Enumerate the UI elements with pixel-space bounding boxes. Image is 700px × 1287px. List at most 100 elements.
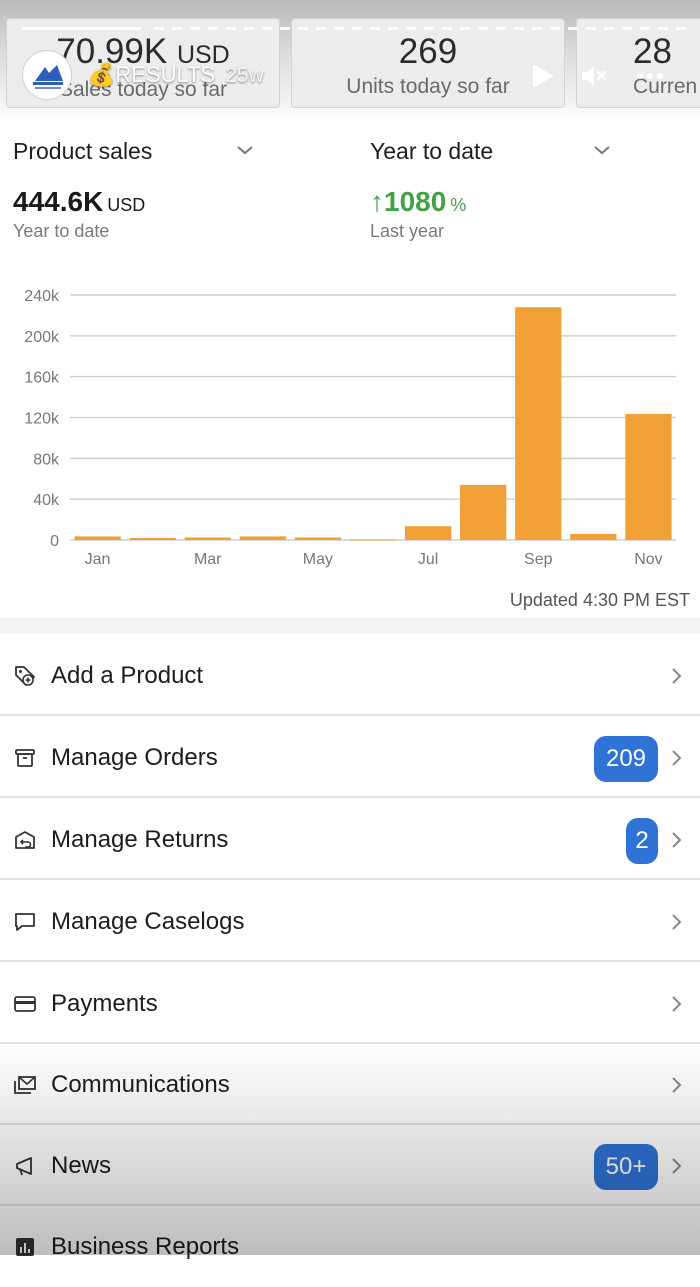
menu-label: Manage Orders <box>51 744 218 771</box>
bar-sep[interactable] <box>515 307 562 540</box>
chevron-right-icon <box>672 668 682 684</box>
growth-caption: Last year <box>370 221 445 241</box>
chevron-right-icon <box>672 1158 682 1174</box>
bar-nov[interactable] <box>625 413 672 540</box>
bar-may[interactable] <box>294 537 342 540</box>
y-tick-label: 240k <box>24 288 60 305</box>
chevron-right-icon <box>672 750 682 766</box>
bar-feb[interactable] <box>129 537 176 540</box>
progress-segment <box>244 27 254 30</box>
units-today-label: Units today so far <box>346 75 510 98</box>
returns-count-badge: 2 <box>626 818 658 864</box>
bar-apr[interactable] <box>239 536 286 540</box>
product-sales-chart: 0 40k 80k 120k 160k 200k 240k Jan Mar May Jul Sep No… <box>24 288 676 568</box>
chevron-right-icon <box>672 996 682 1012</box>
bar-jan[interactable] <box>74 536 121 540</box>
progress-segment <box>442 27 452 30</box>
menu-item-business-reports[interactable]: Business Reports <box>0 1207 700 1287</box>
y-tick-label: 160k <box>24 370 60 387</box>
period-selector[interactable]: Year to date <box>370 138 610 165</box>
updated-timestamp: Updated 4:30 PM EST <box>509 590 690 610</box>
progress-segment <box>568 27 578 30</box>
metrics-strip: 70.99K USD Sales today so far 269 Units … <box>0 0 700 120</box>
menu-item-manage-orders[interactable]: Manage Orders 209 <box>0 718 700 798</box>
progress-segment <box>640 27 650 30</box>
x-tick-label: Nov <box>634 551 662 568</box>
bar-jun[interactable] <box>349 539 397 541</box>
x-tick-label: Jul <box>418 551 438 568</box>
story-title: 💰RESULTS 25w <box>88 62 264 88</box>
progress-segment <box>478 27 488 30</box>
play-icon[interactable] <box>528 62 556 90</box>
progress-segment <box>352 27 362 30</box>
progress-segment <box>532 27 542 30</box>
total-sales-unit: USD <box>107 195 146 215</box>
total-sales-number: 444.6K <box>13 186 104 217</box>
menu-item-news[interactable]: News 50+ <box>0 1126 700 1206</box>
menu-item-add-product[interactable]: Add a Product <box>0 636 700 716</box>
megaphone-icon <box>16 1157 32 1176</box>
progress-segment <box>190 27 200 30</box>
orders-count-badge: 209 <box>594 736 658 782</box>
story-progress-fill <box>22 27 141 30</box>
progress-segment <box>496 27 506 30</box>
chat-icon <box>15 913 35 931</box>
progress-segment <box>280 27 290 30</box>
growth-number: 1080 <box>384 186 447 217</box>
return-box-icon <box>15 831 35 849</box>
story-age: 25w <box>225 64 264 87</box>
menu-label: Business Reports <box>51 1233 240 1260</box>
metric-selector[interactable]: Product sales <box>13 138 253 165</box>
up-arrow-icon: ↑ <box>370 186 384 217</box>
progress-segment <box>172 27 182 30</box>
y-tick-label: 200k <box>24 329 60 346</box>
progress-segment <box>208 27 218 30</box>
bar-mar[interactable] <box>184 537 231 540</box>
menu-label: Manage Caselogs <box>51 908 245 935</box>
units-today-card[interactable]: 269 Units today so far <box>291 18 565 108</box>
menu-label: Manage Returns <box>51 826 229 853</box>
x-tick-label: Sep <box>524 551 553 568</box>
account-avatar[interactable] <box>22 50 72 100</box>
units-today-value: 269 <box>398 32 458 71</box>
progress-segment <box>262 27 272 30</box>
tag-add-icon <box>15 666 35 686</box>
growth-unit: % <box>450 195 467 215</box>
metric-selector-label: Product sales <box>13 138 153 164</box>
progress-segment <box>676 27 686 30</box>
card-icon <box>14 996 36 1012</box>
bar-chart-icon <box>16 1238 34 1256</box>
y-tick-label: 40k <box>33 492 60 509</box>
menu-label: News <box>51 1152 112 1179</box>
y-tick-label: 0 <box>50 533 59 550</box>
bar-aug[interactable] <box>460 484 507 540</box>
progress-segment <box>316 27 326 30</box>
menu-label: Communications <box>51 1071 230 1098</box>
mail-icon <box>14 1076 36 1094</box>
period-selector-label: Year to date <box>370 138 494 164</box>
chevron-down-icon <box>237 146 253 155</box>
box-icon <box>15 749 35 767</box>
progress-segment <box>550 27 560 30</box>
progress-segment <box>424 27 434 30</box>
logo-icon <box>33 65 63 89</box>
menu-item-payments[interactable]: Payments <box>0 964 700 1044</box>
mute-icon[interactable] <box>579 62 607 90</box>
progress-segment <box>334 27 344 30</box>
progress-segment <box>370 27 380 30</box>
more-icon[interactable] <box>636 62 664 90</box>
y-tick-label: 120k <box>24 411 60 428</box>
menu-label: Add a Product <box>51 662 204 689</box>
bar-oct[interactable] <box>570 533 617 540</box>
story-title-text: 💰RESULTS <box>88 62 216 87</box>
news-count-badge: 50+ <box>594 1144 658 1190</box>
menu-label: Payments <box>51 990 158 1017</box>
chevron-right-icon <box>672 832 682 848</box>
x-tick-label: Mar <box>194 551 222 568</box>
bar-jul[interactable] <box>404 526 452 540</box>
chevron-right-icon <box>672 1077 682 1093</box>
menu-item-manage-returns[interactable]: Manage Returns 2 <box>0 800 700 880</box>
menu-item-manage-caselogs[interactable]: Manage Caselogs <box>0 882 700 962</box>
menu-item-communications[interactable]: Communications <box>0 1045 700 1125</box>
progress-segment <box>514 27 524 30</box>
